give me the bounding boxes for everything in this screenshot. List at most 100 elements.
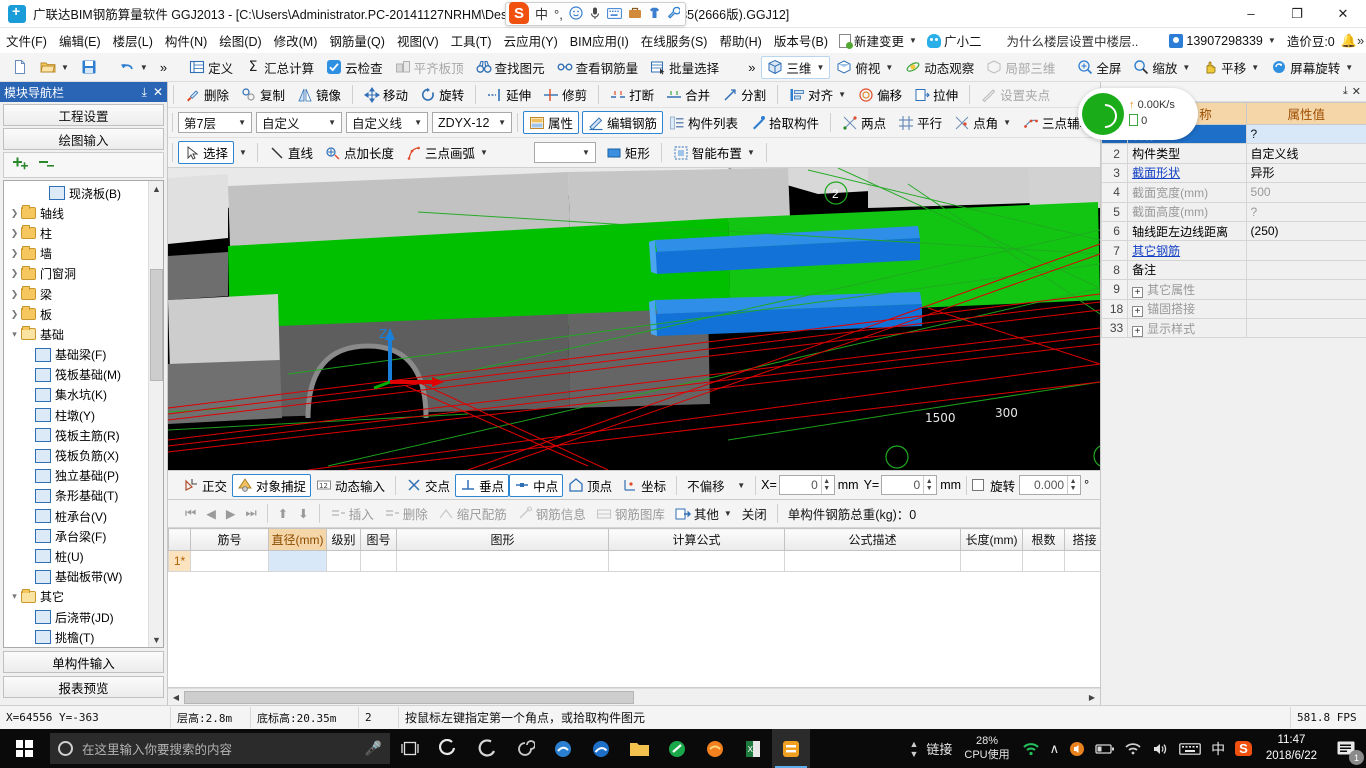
new-file-button[interactable] [6,57,34,77]
ime-mode-tray[interactable]: 中 [1206,739,1230,759]
tree-item[interactable]: ❯ 轴线 [4,203,163,223]
toolbar-overflow-button[interactable]: » [154,58,173,77]
sogou-tray-icon[interactable]: S [1230,741,1257,756]
extend-button[interactable]: 延伸 [481,83,537,106]
property-value[interactable] [1245,279,1366,300]
table-cell[interactable] [784,550,961,572]
table-cell[interactable] [190,550,269,572]
merge-button[interactable]: 合并 [660,83,716,106]
network-icon[interactable] [1120,742,1147,755]
tray-chevron-up-icon[interactable]: ▲ [909,739,918,749]
tree-item[interactable]: 柱墩(Y) [4,405,163,425]
smart-layout-button[interactable]: 智能布置 ▼ [667,141,761,164]
menu-help[interactable]: 帮助(H) [713,28,767,53]
sogou-logo-icon[interactable]: S [509,2,529,24]
property-row[interactable]: 2 构件类型 自定义线 [1100,143,1366,164]
draw-input-button[interactable]: 绘图输入 [3,128,164,150]
rebar-col-2[interactable]: 直径(mm) [268,528,327,551]
scale-rebar-button[interactable]: 缩尺配筋 [433,502,512,525]
property-row[interactable]: 7 其它钢筋 [1100,240,1366,261]
point-length-button[interactable]: 点加长度 [319,141,400,164]
open-chevron-down-icon[interactable]: ▼ [59,63,69,72]
draw-mode-chevron-down-icon[interactable]: ▼ [579,148,593,157]
property-row[interactable]: 6 轴线距左边线距离 (250) [1100,220,1366,242]
ime-toolbox-icon[interactable] [628,6,642,22]
cloud-check-button[interactable]: 云检查 [320,56,389,79]
taskbar-app-folder[interactable] [620,729,658,768]
tray-expand-button[interactable]: ▲ ▼ [906,739,921,759]
table-cell[interactable] [268,550,327,572]
menu-online-service[interactable]: 在线服务(S) [635,28,714,53]
zoom-button[interactable]: 缩放 ▼ [1127,56,1196,79]
define-button[interactable]: 定义 [183,56,239,79]
nav-close-icon[interactable]: ✕ [153,85,163,99]
report-preview-button[interactable]: 报表预览 [3,676,164,698]
menu-file[interactable]: 文件(F) [0,28,53,53]
ortho-button[interactable]: 正交 [178,474,232,497]
view-3d-chevron-down-icon[interactable]: ▼ [814,63,824,72]
rebar-col-8[interactable]: 长度(mm) [960,528,1023,551]
tree-item[interactable]: 承台梁(F) [4,526,163,546]
offset-mode-select[interactable]: 不偏移 ▼ [682,475,750,496]
menu-view[interactable]: 视图(V) [391,28,445,53]
user-account-button[interactable]: 广小二 [922,29,987,52]
point-angle-chevron-down-icon[interactable]: ▼ [1001,118,1011,127]
next-record-button[interactable]: ▶ [221,504,241,523]
view-3d-button[interactable]: 三维 ▼ [761,55,831,79]
align-chevron-down-icon[interactable]: ▼ [836,90,846,99]
property-value[interactable]: 自定义线 [1245,143,1366,164]
expand-icon[interactable]: + [1132,325,1144,337]
table-row[interactable]: 1* [168,550,1100,572]
start-button[interactable] [0,729,48,768]
tree-scrollbar[interactable]: ▲ ▼ [148,181,163,647]
tree-item[interactable]: 挑檐(T) [4,627,163,647]
expand-icon[interactable]: + [1132,286,1144,298]
menu-floor[interactable]: 楼层(L) [107,28,159,53]
rotate-button[interactable]: 旋转 [414,83,470,106]
menu-rebar-qty[interactable]: 钢筋量(Q) [323,28,391,53]
close-button[interactable]: ✕ [1320,0,1366,28]
account-chevron-down-icon[interactable]: ▼ [1266,36,1276,45]
table-cell[interactable] [360,550,397,572]
rebar-col-7[interactable]: 公式描述 [784,528,961,551]
two-point-button[interactable]: 两点 [836,111,892,134]
local-3d-button[interactable]: 局部三维 [980,56,1061,79]
property-value[interactable]: 500 [1245,182,1366,203]
taskbar-app-qq-browser[interactable] [658,729,696,768]
tree-item[interactable]: 独立基础(P) [4,466,163,486]
three-point-arc-chevron-down-icon[interactable]: ▼ [478,148,488,157]
tree-item[interactable]: 条形基础(T) [4,486,163,506]
move-down-button[interactable]: ⬇ [293,504,313,523]
ime-skin-icon[interactable] [648,6,661,22]
rebar-col-9[interactable]: 根数 [1022,528,1065,551]
new-change-button[interactable]: 新建变更 ▼ [834,29,922,52]
component-name-select[interactable]: ZDYX-12 ▼ [432,112,512,133]
property-row[interactable]: 33 + 显示样式 [1100,317,1366,339]
component-type-select[interactable]: 自定义线 ▼ [346,112,428,133]
rebar-info-button[interactable]: 钢筋信息 [512,502,591,525]
tray-link-label[interactable]: 链接 [921,739,957,758]
property-value[interactable]: (250) [1245,220,1366,242]
keyboard-icon[interactable] [1174,742,1206,756]
property-value[interactable] [1245,317,1366,339]
stretch-button[interactable]: 拉伸 [908,83,964,106]
rebar-col-4[interactable]: 图号 [360,528,397,551]
property-row[interactable]: 5 截面高度(mm)? [1100,201,1366,222]
screen-rotate-chevron-down-icon[interactable]: ▼ [1343,63,1353,72]
ime-keyboard-icon[interactable] [606,7,622,22]
chevron-down-icon[interactable]: ▾ [8,329,21,340]
maximize-button[interactable]: ❐ [1274,0,1320,28]
chevron-right-icon[interactable]: ❯ [8,248,21,259]
midpoint-snap-button[interactable]: 中点 [509,473,564,497]
menu-modify[interactable]: 修改(M) [268,28,324,53]
copy-button[interactable]: 复制 [235,83,291,106]
taskbar-clock[interactable]: 11:47 2018/6/22 [1257,733,1326,764]
offset-mode-chevron-down-icon[interactable]: ▼ [734,481,748,490]
taskbar-app-edge[interactable] [544,729,582,768]
pin-icon[interactable]: ⤓ [142,85,147,100]
table-cell[interactable] [326,550,361,572]
menu-draw[interactable]: 绘图(D) [213,28,267,53]
align-slab-top-button[interactable]: 平齐板顶 [389,56,470,79]
notification-center-button[interactable]: 1 [1326,729,1366,768]
tree-item[interactable]: 集水坑(K) [4,385,163,405]
